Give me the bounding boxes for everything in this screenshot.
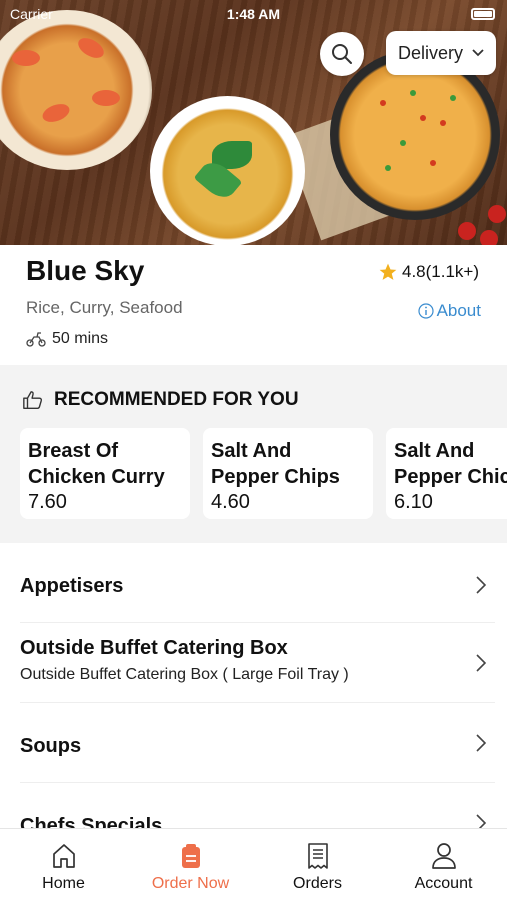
item-price: 4.60: [211, 491, 250, 513]
star-icon: [379, 263, 397, 280]
thumbs-up-icon: [23, 391, 43, 409]
item-price: 7.60: [28, 491, 67, 513]
tab-account[interactable]: Account: [380, 841, 507, 893]
about-link[interactable]: About: [417, 301, 481, 321]
status-bar: Carrier 1:48 AM: [0, 0, 507, 28]
category-title: Outside Buffet Catering Box: [20, 637, 288, 659]
category-subtitle: Outside Buffet Catering Box ( Large Foil…: [20, 666, 349, 683]
delivery-time-value: 50 mins: [52, 330, 109, 347]
fried-rice-pan: [330, 50, 500, 220]
item-name-line2: Pepper Chips: [211, 466, 340, 488]
bottom-tab-bar: Home Order Now Orders Account: [0, 828, 507, 900]
category-appetisers[interactable]: Appetisers: [20, 563, 495, 623]
delivery-mode-label: Delivery: [398, 42, 464, 63]
about-label: About: [436, 301, 481, 320]
scooter-icon: [26, 332, 46, 347]
clock: 1:48 AM: [226, 6, 281, 22]
search-button[interactable]: [320, 32, 364, 76]
category-title: Soups: [20, 735, 82, 757]
category-soups[interactable]: Soups: [20, 703, 495, 783]
tab-orders[interactable]: Orders: [254, 841, 381, 893]
item-name-line2: Pepper Chic: [394, 466, 507, 488]
user-icon: [431, 843, 456, 869]
delivery-time: 50 mins: [26, 330, 108, 348]
recommended-heading: RECOMMENDED FOR YOU: [22, 389, 299, 411]
item-price: 6.10: [394, 491, 433, 513]
recommended-heading-label: RECOMMENDED FOR YOU: [54, 389, 299, 410]
chevron-right-icon: [476, 576, 487, 594]
tab-orders-label: Orders: [293, 875, 342, 892]
chevron-right-icon: [476, 814, 487, 828]
chevron-down-icon: [472, 49, 484, 57]
restaurant-info: Blue Sky 4.8(1.1k+) Rice, Curry, Seafood…: [0, 245, 507, 365]
item-name-line1: Breast Of: [28, 440, 119, 462]
chevron-right-icon: [476, 654, 487, 672]
receipt-icon: [307, 843, 328, 869]
tab-home-label: Home: [42, 875, 85, 892]
cuisines: Rice, Curry, Seafood: [26, 298, 183, 317]
menu-categories: Appetisers Outside Buffet Catering Box O…: [0, 543, 507, 828]
category-chefs-specials[interactable]: Chefs Specials: [20, 783, 495, 828]
item-name-line1: Salt And: [394, 440, 475, 462]
item-name-line1: Salt And: [211, 440, 292, 462]
tab-order-now[interactable]: Order Now: [127, 841, 254, 893]
recommended-item[interactable]: Salt And Pepper Chips 4.60: [203, 428, 373, 519]
home-icon: [52, 844, 75, 868]
search-icon: [332, 44, 352, 64]
chevron-right-icon: [476, 734, 487, 752]
tab-order-now-label: Order Now: [151, 875, 230, 892]
curry-bowl: [150, 96, 305, 245]
item-name-line2: Chicken Curry: [28, 466, 165, 488]
category-title: Chefs Specials: [20, 815, 163, 828]
info-icon: [417, 303, 434, 319]
rating-value: 4.8(1.1k+): [401, 262, 479, 281]
tab-account-label: Account: [414, 875, 473, 892]
category-outside-buffet[interactable]: Outside Buffet Catering Box Outside Buff…: [20, 623, 495, 703]
recommended-item[interactable]: Salt And Pepper Chic 6.10: [386, 428, 507, 519]
battery-icon: [471, 8, 495, 20]
tab-home[interactable]: Home: [0, 841, 127, 893]
category-title: Appetisers: [20, 575, 124, 597]
delivery-mode-dropdown[interactable]: Delivery: [386, 31, 496, 75]
recommended-section: RECOMMENDED FOR YOU Breast Of Chicken Cu…: [0, 365, 507, 543]
recommended-item[interactable]: Breast Of Chicken Curry 7.60: [20, 428, 190, 519]
rating: 4.8(1.1k+): [378, 262, 479, 282]
restaurant-name: Blue Sky: [26, 255, 145, 286]
order-bag-icon: [181, 844, 200, 868]
